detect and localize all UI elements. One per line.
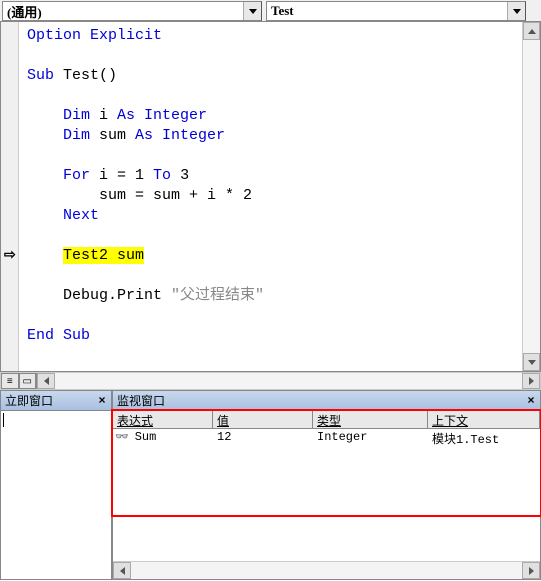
chevron-right-icon [529,567,534,575]
scroll-track[interactable] [523,40,540,353]
chevron-left-icon [44,377,49,385]
watch-header-expression[interactable]: 表达式 [113,411,213,428]
scroll-left-button[interactable] [113,562,131,579]
code-editor: ⇨ Option Explicit Sub Test() Dim i As In… [0,22,541,372]
watch-body[interactable]: 👓Sum12Integer模块1.Test [113,429,540,561]
bottom-panes: 立即窗口 × 监视窗口 × 表达式 值 类型 上下文 👓Sum12Integer… [0,390,541,580]
view-toggle-group: ≡ ▭ [1,373,37,389]
chevron-down-icon [249,9,257,14]
scroll-track[interactable] [131,562,522,579]
watch-header-context[interactable]: 上下文 [428,411,540,428]
scroll-track[interactable] [55,373,522,389]
immediate-title-text: 立即窗口 [5,394,53,408]
execution-pointer-icon: ⇨ [4,246,16,263]
watch-window: 监视窗口 × 表达式 值 类型 上下文 👓Sum12Integer模块1.Tes… [112,390,541,580]
scroll-right-button[interactable] [522,562,540,579]
object-combo[interactable]: (通用) [2,1,262,21]
chevron-left-icon [120,567,125,575]
chevron-right-icon [529,377,534,385]
watch-header-value[interactable]: 值 [213,411,313,428]
watch-window-title: 监视窗口 × [113,391,540,411]
immediate-body[interactable] [1,411,111,579]
close-icon[interactable]: × [95,393,109,407]
immediate-window: 立即窗口 × [0,390,112,580]
watch-header-type[interactable]: 类型 [313,411,428,428]
object-combo-button[interactable] [243,2,261,20]
watch-horizontal-scrollbar[interactable] [113,561,540,579]
procedure-combo-text: Test [267,3,507,19]
immediate-window-title: 立即窗口 × [1,391,111,411]
scroll-left-button[interactable] [37,373,55,389]
scroll-right-button[interactable] [522,373,540,389]
horizontal-scrollbar[interactable]: ≡ ▭ [0,372,541,390]
vertical-scrollbar[interactable] [522,22,540,371]
scroll-down-button[interactable] [523,353,540,371]
watch-header-row: 表达式 值 类型 上下文 [113,411,540,429]
close-icon[interactable]: × [524,393,538,407]
object-proc-bar: (通用) Test [0,0,541,22]
procedure-combo-button[interactable] [507,2,525,20]
watch-title-text: 监视窗口 [117,394,165,408]
procedure-view-button[interactable]: ≡ [1,373,19,389]
chevron-up-icon [528,29,536,34]
scroll-up-button[interactable] [523,22,540,40]
watch-row[interactable]: 👓Sum12Integer模块1.Test [113,429,540,448]
code-gutter: ⇨ [1,22,19,371]
full-module-view-button[interactable]: ▭ [19,373,37,389]
text-cursor [3,413,4,427]
procedure-combo[interactable]: Test [266,1,526,21]
object-combo-text: (通用) [3,2,243,21]
chevron-down-icon [513,9,521,14]
chevron-down-icon [528,360,536,365]
watch-icon: 👓 [115,432,129,444]
code-content[interactable]: Option Explicit Sub Test() Dim i As Inte… [19,22,522,371]
